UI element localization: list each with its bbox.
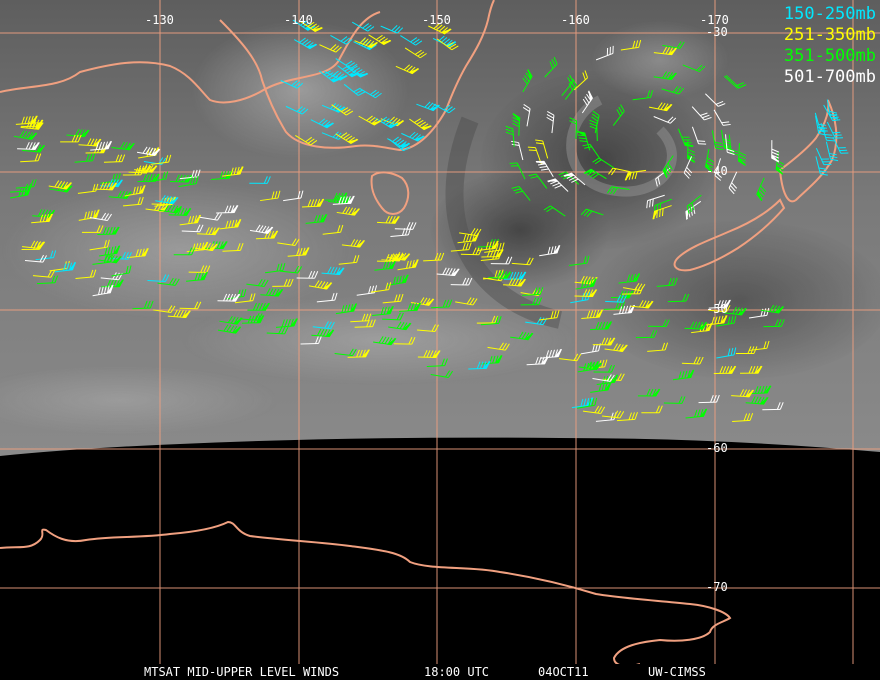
caption-time: 18:00 UTC (424, 665, 490, 679)
lon-label-160: -160 (561, 13, 590, 27)
antarctica-coast (0, 520, 732, 667)
caption-product: MTSAT MID-UPPER LEVEL WINDS (144, 665, 340, 679)
lat-label-40: -40 (706, 164, 728, 178)
lat-label-50: -50 (706, 302, 728, 316)
lon-label-140: -140 (284, 13, 313, 27)
pressure-legend: 150-250mb 251-350mb 351-500mb 501-700mb (784, 4, 876, 88)
caption-source: UW-CIMSS (648, 665, 706, 679)
image-caption: MTSAT MID-UPPER LEVEL WINDS 18:00 UTC 04… (0, 665, 880, 679)
lon-label-130: -130 (145, 13, 174, 27)
legend-item-251-350: 251-350mb (783, 25, 876, 45)
lon-label-150: -150 (422, 13, 451, 27)
lat-label-70: -70 (706, 580, 728, 594)
legend-item-150-250: 150-250mb (783, 4, 876, 24)
lat-label-30: -30 (706, 25, 728, 39)
caption-date: 04OCT11 (538, 665, 589, 679)
lat-label-60: -60 (706, 441, 728, 455)
satellite-wind-map (0, 0, 880, 680)
legend-item-351-500: 351-500mb (783, 46, 876, 66)
legend-item-501-700: 501-700mb (783, 67, 876, 87)
